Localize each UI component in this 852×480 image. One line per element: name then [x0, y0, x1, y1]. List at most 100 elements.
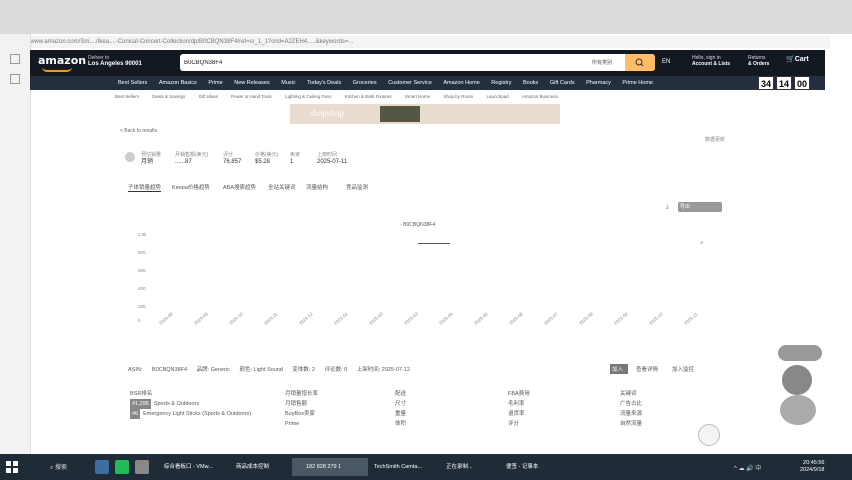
legend-label: B0CBQN38F4	[403, 222, 436, 228]
action-link[interactable]: 查看详情	[636, 365, 658, 373]
stat-item: 预估销量 月销	[141, 152, 161, 166]
app-icon[interactable]	[135, 460, 149, 474]
tab-item[interactable]: Keepa价格趋势	[172, 183, 210, 191]
taskbar-item[interactable]: 综合看板口 - VMw...	[150, 458, 232, 476]
info-cell: 毛利率	[508, 401, 525, 407]
subnav-item[interactable]: Best Sellers	[115, 94, 139, 99]
stat-label: 评分	[223, 152, 234, 158]
x-tick: 2025-09	[613, 311, 629, 326]
subnav-item[interactable]: Shop by Room	[443, 94, 473, 99]
y-tick: 600	[138, 268, 146, 273]
stat-value: ......87	[175, 159, 192, 165]
cart-button[interactable]: 🛒Cart	[786, 55, 809, 63]
tab-item[interactable]: 竞品监测	[346, 183, 368, 191]
countdown-timer: 34 14 00	[758, 76, 811, 90]
subnav-item[interactable]: Launchpad	[487, 94, 509, 99]
nav-item[interactable]: Books	[523, 76, 538, 90]
product-info-row: ASIN: B0CBQN38F4 品牌: Generic 颜色: Light S…	[128, 365, 418, 373]
deliver-to[interactable]: Deliver to Los Angeles 90001	[88, 55, 142, 67]
stat-item: 价格(美元) $5.28	[255, 152, 278, 166]
subnav-item[interactable]: Power & Hand Tools	[231, 94, 272, 99]
tab-item[interactable]: 流量结构	[306, 183, 328, 191]
nav-item[interactable]: Groceries	[353, 76, 377, 90]
nav-item[interactable]: Amazon Basics	[159, 76, 197, 90]
nav-item[interactable]: Amazon Home	[443, 76, 479, 90]
system-tray[interactable]: ^ ☁ 🔊 中	[734, 463, 761, 472]
app-icon[interactable]	[115, 460, 129, 474]
subnav-item[interactable]: Lighting & Ceiling Fans	[285, 94, 331, 99]
subnav-item[interactable]: Gift Ideas	[199, 94, 218, 99]
promo-banner[interactable]: shopshop	[290, 104, 560, 124]
category-item[interactable]: #6 Emergency Light Sticks (Sports & Outdo…	[130, 409, 251, 419]
action-link[interactable]: 加入监控	[672, 365, 694, 373]
subnav-item[interactable]: Kitchen & Bath Fixtures	[345, 94, 392, 99]
info-item[interactable]: B0CBQN38F4	[152, 367, 187, 373]
nav-item[interactable]: New Releases	[234, 76, 269, 90]
y-tick: 800	[138, 250, 146, 255]
chat-icon[interactable]	[698, 424, 720, 446]
back-link[interactable]: < Back to results	[120, 128, 157, 134]
search-category[interactable]: 所有类别	[592, 59, 612, 66]
app-icon[interactable]	[95, 460, 109, 474]
stat-value: 76,857	[223, 159, 242, 165]
category-item[interactable]: #1,295 Sports & Outdoors	[130, 399, 251, 409]
assistant-bird-icon[interactable]	[780, 395, 816, 425]
info-cell: 评分	[508, 421, 520, 427]
panel-tabs: 子体销量趋势 Keepa价格趋势 ABA搜索趋势 全站关键词 流量结构 竞品监测	[128, 183, 728, 193]
action-label: 加入	[612, 367, 624, 373]
plus-icon[interactable]: +	[700, 241, 704, 247]
nav-item[interactable]: Music	[281, 76, 295, 90]
assistant-bird-icon[interactable]	[782, 365, 812, 395]
subnav-item[interactable]: Deals & Savings	[152, 94, 185, 99]
search-input[interactable]	[184, 54, 604, 71]
amazon-logo[interactable]: amazon	[38, 54, 86, 67]
nav-item[interactable]: Prime Home	[622, 76, 653, 90]
nav-item[interactable]: Gift Cards	[550, 76, 575, 90]
taskbar-item[interactable]: 正在录制...	[432, 458, 500, 476]
nav-item[interactable]: Prime	[208, 76, 222, 90]
address-bar[interactable]: www.amazon.com/Sm..../Ikea....-Conical-C…	[30, 36, 830, 48]
search-button[interactable]	[625, 54, 655, 71]
info-item: 上架时间: 2025-07-12	[356, 367, 410, 373]
tab-item[interactable]: 全站关键词	[268, 183, 296, 191]
info-item: 评论数: 0	[324, 367, 348, 373]
tab-item[interactable]: ABA搜索趋势	[223, 183, 256, 191]
nav-item[interactable]: Best Sellers	[118, 76, 147, 90]
taskbar-item[interactable]: 商品成本控制	[222, 458, 302, 476]
stats-row: 预估销量 月销 月销售额(美元) ......87 评分 76,857 价格(美元) $…	[125, 152, 725, 174]
nav-item[interactable]: Registry	[491, 76, 511, 90]
stat-label: 月销售额(美元)	[175, 152, 209, 158]
x-tick: 2025-01	[333, 311, 349, 326]
info-cell: FBA费用	[508, 391, 530, 397]
subnav-item[interactable]: Amazon Business	[522, 94, 558, 99]
sub-navigation: Best Sellers Deals & Savings Gift Ideas …	[115, 94, 570, 99]
tab-item[interactable]: 子体销量趋势	[128, 183, 162, 192]
taskbar-search[interactable]: ⌕ 搜索	[50, 462, 67, 472]
x-tick: 2025-06	[508, 311, 524, 326]
toolbar-icon[interactable]	[10, 74, 20, 84]
taskbar-item[interactable]: 182 828 279 1	[292, 458, 368, 476]
x-tick: 2024-11	[263, 311, 279, 326]
nav-item[interactable]: Pharmacy	[586, 76, 611, 90]
timer-minutes: 14	[776, 76, 793, 90]
info-item: 品牌: Generic	[196, 367, 230, 373]
refresh-link[interactable]: 数据更新	[705, 136, 725, 143]
nav-item[interactable]: Today's Deals	[307, 76, 341, 90]
account-menu[interactable]: Hello, sign in Account & Lists	[692, 55, 730, 67]
returns-orders[interactable]: Returns & Orders	[748, 55, 769, 67]
nav-item[interactable]: Customer Service	[388, 76, 432, 90]
chart-legend[interactable]: ▫ B0CBQN38F4	[400, 222, 435, 228]
info-cell: 重量	[395, 411, 407, 417]
subnav-item[interactable]: Smart Home	[405, 94, 430, 99]
x-tick: 2025-10	[648, 311, 664, 326]
taskbar-item[interactable]: TechSmith Camta...	[360, 458, 440, 476]
floating-widget[interactable]	[778, 345, 822, 361]
toolbar-icon[interactable]	[10, 54, 20, 64]
taskbar-item[interactable]: 便签 - 记事本	[492, 458, 562, 476]
download-icon[interactable]: ⤓	[666, 204, 669, 211]
amazon-nav: Best Sellers Amazon Basics Prime New Rel…	[30, 76, 825, 90]
clock[interactable]: 20:45:56 2024/9/18	[800, 460, 824, 474]
info-cell: 配送	[395, 391, 407, 397]
windows-start-icon[interactable]	[6, 461, 18, 473]
language-selector[interactable]: EN	[662, 59, 670, 65]
